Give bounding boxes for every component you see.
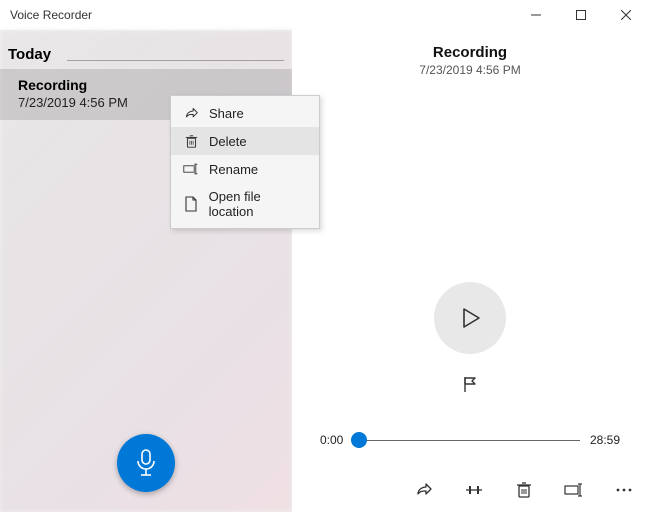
- share-icon: [415, 481, 433, 499]
- detail-date: 7/23/2019 4:56 PM: [292, 63, 648, 77]
- detail-title: Recording: [292, 44, 648, 61]
- window-title: Voice Recorder: [10, 8, 92, 22]
- microphone-icon: [135, 449, 157, 477]
- timeline: 0:00 28:59: [320, 430, 620, 450]
- ellipsis-icon: [615, 487, 633, 493]
- maximize-button[interactable]: [558, 0, 603, 30]
- ctx-open-location[interactable]: Open file location: [171, 183, 319, 225]
- ctx-share-label: Share: [209, 106, 244, 121]
- rename-button[interactable]: [564, 480, 584, 500]
- record-button[interactable]: [117, 434, 175, 492]
- section-divider: [67, 60, 284, 61]
- rename-icon: [564, 483, 584, 497]
- trim-icon: [464, 482, 484, 498]
- seek-track[interactable]: [353, 430, 580, 450]
- trash-icon: [516, 481, 532, 499]
- recording-item-title: Recording: [18, 77, 274, 93]
- more-button[interactable]: [614, 480, 634, 500]
- folder-icon: [183, 196, 199, 212]
- time-start-label: 0:00: [320, 433, 343, 447]
- trim-button[interactable]: [464, 480, 484, 500]
- ctx-rename[interactable]: Rename: [171, 155, 319, 183]
- time-end-label: 28:59: [590, 433, 620, 447]
- ctx-delete[interactable]: Delete: [171, 127, 319, 155]
- main-area: Today Recording 7/23/2019 4:56 PM Record…: [0, 30, 648, 512]
- context-menu: Share Delete Rename Open file location: [170, 95, 320, 229]
- ctx-share[interactable]: Share: [171, 99, 319, 127]
- close-button[interactable]: [603, 0, 648, 30]
- detail-panel: Recording 7/23/2019 4:56 PM 0:00 28:59: [292, 30, 648, 512]
- flag-icon: [461, 375, 479, 393]
- detail-toolbar: [414, 480, 634, 500]
- play-icon: [458, 306, 482, 330]
- minimize-button[interactable]: [513, 0, 558, 30]
- marker-button[interactable]: [458, 372, 482, 396]
- play-button[interactable]: [434, 282, 506, 354]
- rename-icon: [183, 161, 199, 177]
- ctx-open-location-label: Open file location: [209, 189, 307, 219]
- track-line: [353, 440, 580, 441]
- share-icon: [183, 105, 199, 121]
- section-header-today: Today: [0, 30, 63, 69]
- titlebar: Voice Recorder: [0, 0, 648, 30]
- seek-thumb[interactable]: [351, 432, 367, 448]
- share-button[interactable]: [414, 480, 434, 500]
- ctx-rename-label: Rename: [209, 162, 258, 177]
- trash-icon: [183, 133, 199, 149]
- ctx-delete-label: Delete: [209, 134, 247, 149]
- delete-button[interactable]: [514, 480, 534, 500]
